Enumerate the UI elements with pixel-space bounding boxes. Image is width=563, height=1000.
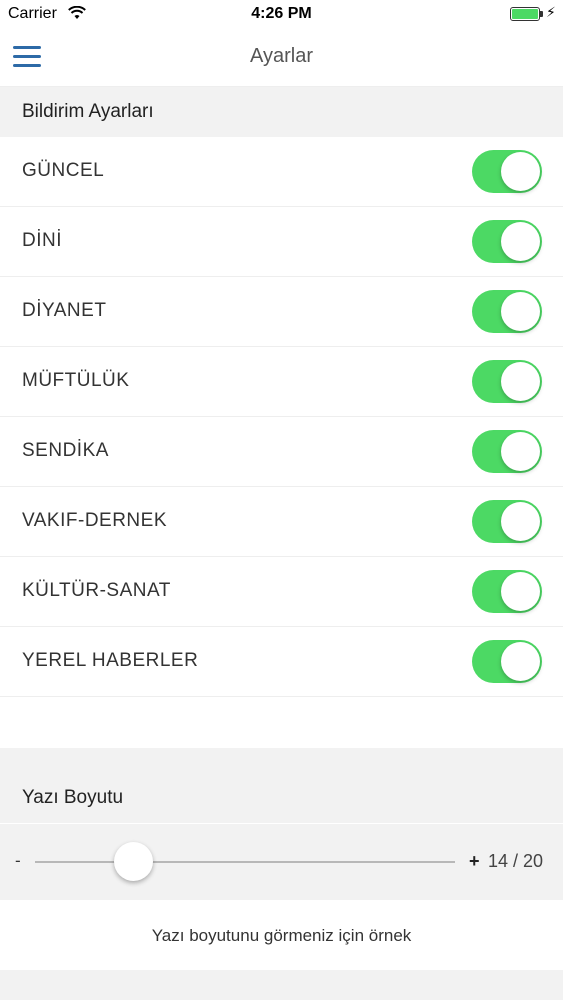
notification-toggle[interactable] bbox=[472, 570, 542, 613]
font-size-sample-row: Yazı boyutunu görmeniz için örnek bbox=[0, 900, 563, 970]
notification-toggle[interactable] bbox=[472, 500, 542, 543]
status-bar: Carrier 4:26 PM ⚡ bbox=[0, 0, 563, 28]
notification-row: SENDİKA bbox=[0, 417, 563, 487]
toggle-knob bbox=[501, 362, 540, 401]
toggle-knob bbox=[501, 642, 540, 681]
toggle-knob bbox=[501, 292, 540, 331]
notification-toggle[interactable] bbox=[472, 220, 542, 263]
notification-row: KÜLTÜR-SANAT bbox=[0, 557, 563, 627]
notification-row: DİYANET bbox=[0, 277, 563, 347]
notification-label: GÜNCEL bbox=[22, 160, 105, 181]
notification-row: GÜNCEL bbox=[0, 137, 563, 207]
toggle-knob bbox=[501, 432, 540, 471]
battery-icon bbox=[510, 7, 543, 21]
notification-label: KÜLTÜR-SANAT bbox=[22, 580, 171, 601]
notification-toggle[interactable] bbox=[472, 150, 542, 193]
navigation-bar: Ayarlar bbox=[0, 28, 563, 87]
font-size-slider-track[interactable] bbox=[35, 861, 455, 863]
notification-toggle[interactable] bbox=[472, 290, 542, 333]
notification-toggle[interactable] bbox=[472, 640, 542, 683]
status-time: 4:26 PM bbox=[251, 5, 312, 22]
charging-bolt-icon: ⚡ bbox=[546, 4, 556, 20]
toggle-knob bbox=[501, 502, 540, 541]
font-size-header: Yazı Boyutu bbox=[0, 773, 563, 823]
notification-list: GÜNCEL DİNİ DİYANET MÜFTÜLÜK SENDİKA VAKIF-DE… bbox=[0, 137, 563, 697]
toggle-knob bbox=[501, 222, 540, 261]
notification-label: VAKIF-DERNEK bbox=[22, 510, 168, 531]
notification-settings-header: Bildirim Ayarları bbox=[0, 87, 563, 137]
font-size-slider-area: - + 14 / 20 bbox=[0, 824, 563, 900]
notification-label: YEREL HABERLER bbox=[22, 650, 199, 671]
notification-toggle[interactable] bbox=[472, 360, 542, 403]
notification-label: SENDİKA bbox=[22, 440, 109, 461]
notification-row: MÜFTÜLÜK bbox=[0, 347, 563, 417]
font-size-sample-text: Yazı boyutunu görmeniz için örnek bbox=[151, 926, 412, 945]
section-spacer bbox=[0, 748, 563, 773]
notification-label: DİYANET bbox=[22, 300, 107, 321]
font-size-value: 14 / 20 bbox=[488, 851, 544, 871]
section-title: Bildirim Ayarları bbox=[22, 101, 154, 122]
toggle-knob bbox=[501, 572, 540, 611]
list-spacer bbox=[0, 703, 563, 748]
notification-row: DİNİ bbox=[0, 207, 563, 277]
notification-toggle[interactable] bbox=[472, 430, 542, 473]
bottom-spacer bbox=[0, 970, 563, 1000]
section-title: Yazı Boyutu bbox=[22, 787, 124, 808]
increase-label: + bbox=[469, 851, 480, 871]
page-title: Ayarlar bbox=[250, 45, 313, 67]
notification-label: MÜFTÜLÜK bbox=[22, 370, 130, 391]
font-size-slider-thumb[interactable] bbox=[114, 842, 153, 881]
toggle-knob bbox=[501, 152, 540, 191]
decrease-label: - bbox=[15, 851, 21, 870]
notification-row: YEREL HABERLER bbox=[0, 627, 563, 697]
notification-row: VAKIF-DERNEK bbox=[0, 487, 563, 557]
notification-label: DİNİ bbox=[22, 230, 62, 251]
